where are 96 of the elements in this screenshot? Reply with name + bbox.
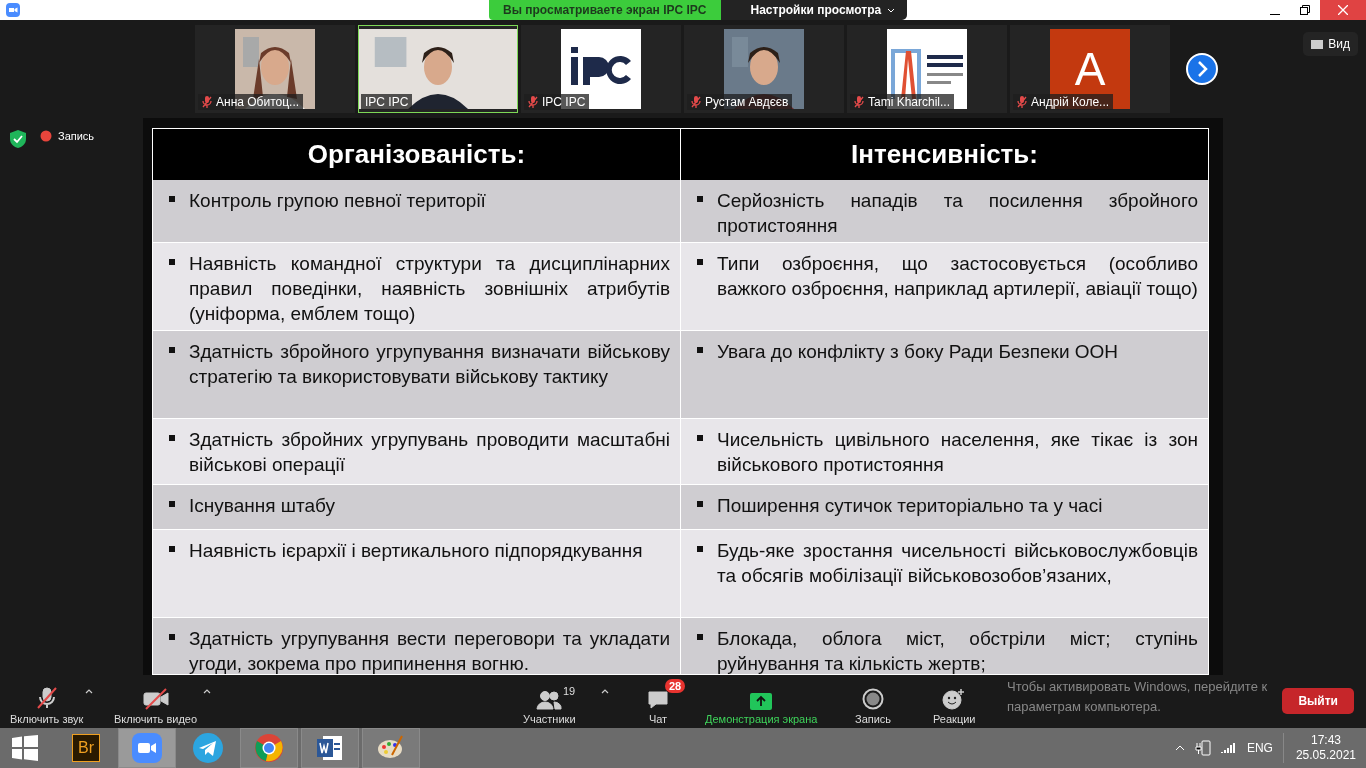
taskbar-button[interactable]: [240, 728, 298, 768]
participant-tile[interactable]: IPC IPC: [521, 25, 681, 113]
participant-name: Андрій Коле...: [1031, 95, 1110, 109]
bullet-icon: [697, 546, 703, 552]
table-cell-text: Чисельність цивільного населення, яке тікає із зон військового протистояння: [717, 428, 1198, 477]
language-indicator[interactable]: ENG: [1246, 741, 1273, 755]
close-icon: [1338, 5, 1348, 15]
table-header-cell: Організованість:: [153, 128, 681, 180]
caret-icon[interactable]: [85, 688, 93, 694]
bullet-icon: [697, 501, 703, 507]
bullet-icon: [169, 634, 175, 640]
participant-tile[interactable]: Рустам Авдєєв: [684, 25, 844, 113]
taskbar-button[interactable]: Br: [57, 728, 115, 768]
bullet-icon: [697, 435, 703, 441]
leave-button[interactable]: Выйти: [1282, 688, 1354, 714]
table-cell-text: Здатність угрупування вести переговори та укладати угоди, зокрема про припинення вогню.: [189, 627, 670, 675]
video-camera-app-icon: [6, 3, 20, 17]
table-cell-text: Контроль групою певної території: [189, 189, 487, 213]
record-icon: [862, 687, 885, 710]
screen-share-banner: Вы просматриваете экран IPC IPC: [489, 0, 721, 20]
caret-icon[interactable]: [601, 688, 609, 694]
participant-name: Анна Обитоц...: [216, 95, 300, 109]
bullet-icon: [697, 347, 703, 353]
activation-notice: Чтобы активировать Windows, перейдите к параметрам компьютера.: [1007, 678, 1269, 716]
smiley-plus-icon: [942, 687, 967, 710]
shield-check-icon: [10, 130, 26, 148]
toolbar-button-label[interactable]: Реакции: [933, 712, 976, 725]
record-dot-icon: [40, 130, 52, 142]
bullet-icon: [169, 501, 175, 507]
paper-plane-app-icon[interactable]: [193, 733, 223, 763]
muted-microphone-icon: [1017, 96, 1027, 108]
view-button[interactable]: Вид: [1303, 32, 1358, 56]
bullet-icon: [169, 435, 175, 441]
toolbar-button-label[interactable]: Демонстрация экрана: [705, 712, 818, 725]
close-button[interactable]: [1320, 0, 1366, 20]
video-camera-app-icon[interactable]: [132, 733, 162, 763]
toolbar-button-label[interactable]: Включить видео: [114, 712, 198, 725]
muted-microphone-icon: [691, 96, 701, 108]
bullet-icon: [697, 259, 703, 265]
taskbar-button[interactable]: [362, 728, 420, 768]
next-page-icon[interactable]: [1186, 53, 1218, 85]
bullet-icon: [697, 196, 703, 202]
bullet-icon: [169, 546, 175, 552]
toolbar-button-label[interactable]: Чат: [648, 712, 668, 725]
participant-count: 19: [563, 684, 576, 697]
participant-tile[interactable]: IPC IPC: [358, 25, 518, 113]
table-header-cell: Інтенсивність:: [681, 128, 1209, 180]
table-cell-text: Блокада, облога міст, обстріли міст; ступінь руйнування та кількість жертв;: [717, 627, 1198, 675]
unread-badge: 28: [665, 678, 686, 693]
view-options-menu[interactable]: Настройки просмотра: [720, 0, 908, 20]
browser-app-icon[interactable]: [254, 733, 284, 763]
signal-icon[interactable]: [1220, 742, 1237, 754]
minimize-icon: [1270, 13, 1280, 15]
table-cell-text: Серйозність нападів та посилення збройного протистояння: [717, 189, 1198, 238]
restore-icon: [1300, 5, 1310, 15]
bullet-icon: [697, 634, 703, 640]
participant-name: Рустам Авдєєв: [705, 95, 789, 109]
chevron-down-icon: [887, 7, 896, 13]
participant-name: Tami Kharchil...: [868, 95, 951, 109]
share-screen-icon: [750, 692, 773, 710]
muted-microphone-icon: [528, 96, 538, 108]
document-app-icon[interactable]: [315, 733, 345, 763]
chat-bubble-icon: [647, 689, 669, 710]
windows-logo-icon[interactable]: [12, 735, 38, 761]
clock[interactable]: 17:43 25.05.2021: [1282, 733, 1356, 763]
table-cell-text: Будь-яке зростання чисельності військовослужбовців та обсягів мобілізації військовозобов’язаних,: [717, 539, 1198, 588]
table-cell-text: Існування штабу: [189, 494, 337, 518]
people-icon: [536, 689, 563, 710]
participant-name: IPC IPC: [542, 95, 586, 109]
participant-tile[interactable]: Tami Kharchil...: [847, 25, 1007, 113]
bullet-icon: [169, 259, 175, 265]
participant-tile[interactable]: A Андрій Коле...: [1010, 25, 1170, 113]
taskbar-button[interactable]: [118, 728, 176, 768]
bridge-app-icon[interactable]: Br: [72, 734, 100, 762]
muted-microphone-icon: [854, 96, 864, 108]
chevron-up-icon[interactable]: [1174, 745, 1185, 751]
recording-label: Запись: [58, 130, 95, 142]
table-cell-text: Наявність ієрархії і вертикального підпорядкування: [189, 539, 644, 563]
participant-name: IPC IPC: [365, 95, 409, 109]
participant-tile[interactable]: Анна Обитоц...: [195, 25, 355, 113]
toolbar-button-label[interactable]: Участники: [523, 712, 576, 725]
taskbar-button[interactable]: [301, 728, 359, 768]
battery-icon[interactable]: [1194, 740, 1211, 756]
table-cell-text: Здатність збройних угрупувань проводити масштабні військові операції: [189, 428, 670, 477]
table-cell-text: Здатність збройного угрупування визначати військову стратегію та використовувати військову тактику: [189, 340, 670, 389]
bullet-icon: [169, 196, 175, 202]
table-cell-text: Наявність командної структури та дисциплінарних правил поведінки, наявність зовнішніх атрибутів (уніформа, емблем тощо): [189, 252, 670, 326]
toolbar-button-label[interactable]: Включить звук: [10, 712, 84, 725]
caret-icon[interactable]: [203, 688, 211, 694]
bullet-icon: [169, 347, 175, 353]
table-cell-text: Поширення сутичок територіально та у часі: [717, 494, 1104, 518]
toolbar-button-label[interactable]: Запись: [855, 712, 892, 725]
table-cell-text: Увага до конфлікту з боку Ради Безпеки ООН: [717, 340, 1120, 364]
muted-microphone-icon: [202, 96, 212, 108]
grid-icon: [1311, 39, 1324, 49]
table-cell-text: Типи озброєння, що застосовується (особливо важкого озброєння, наприклад артилерії, авіації тощо): [717, 252, 1198, 301]
